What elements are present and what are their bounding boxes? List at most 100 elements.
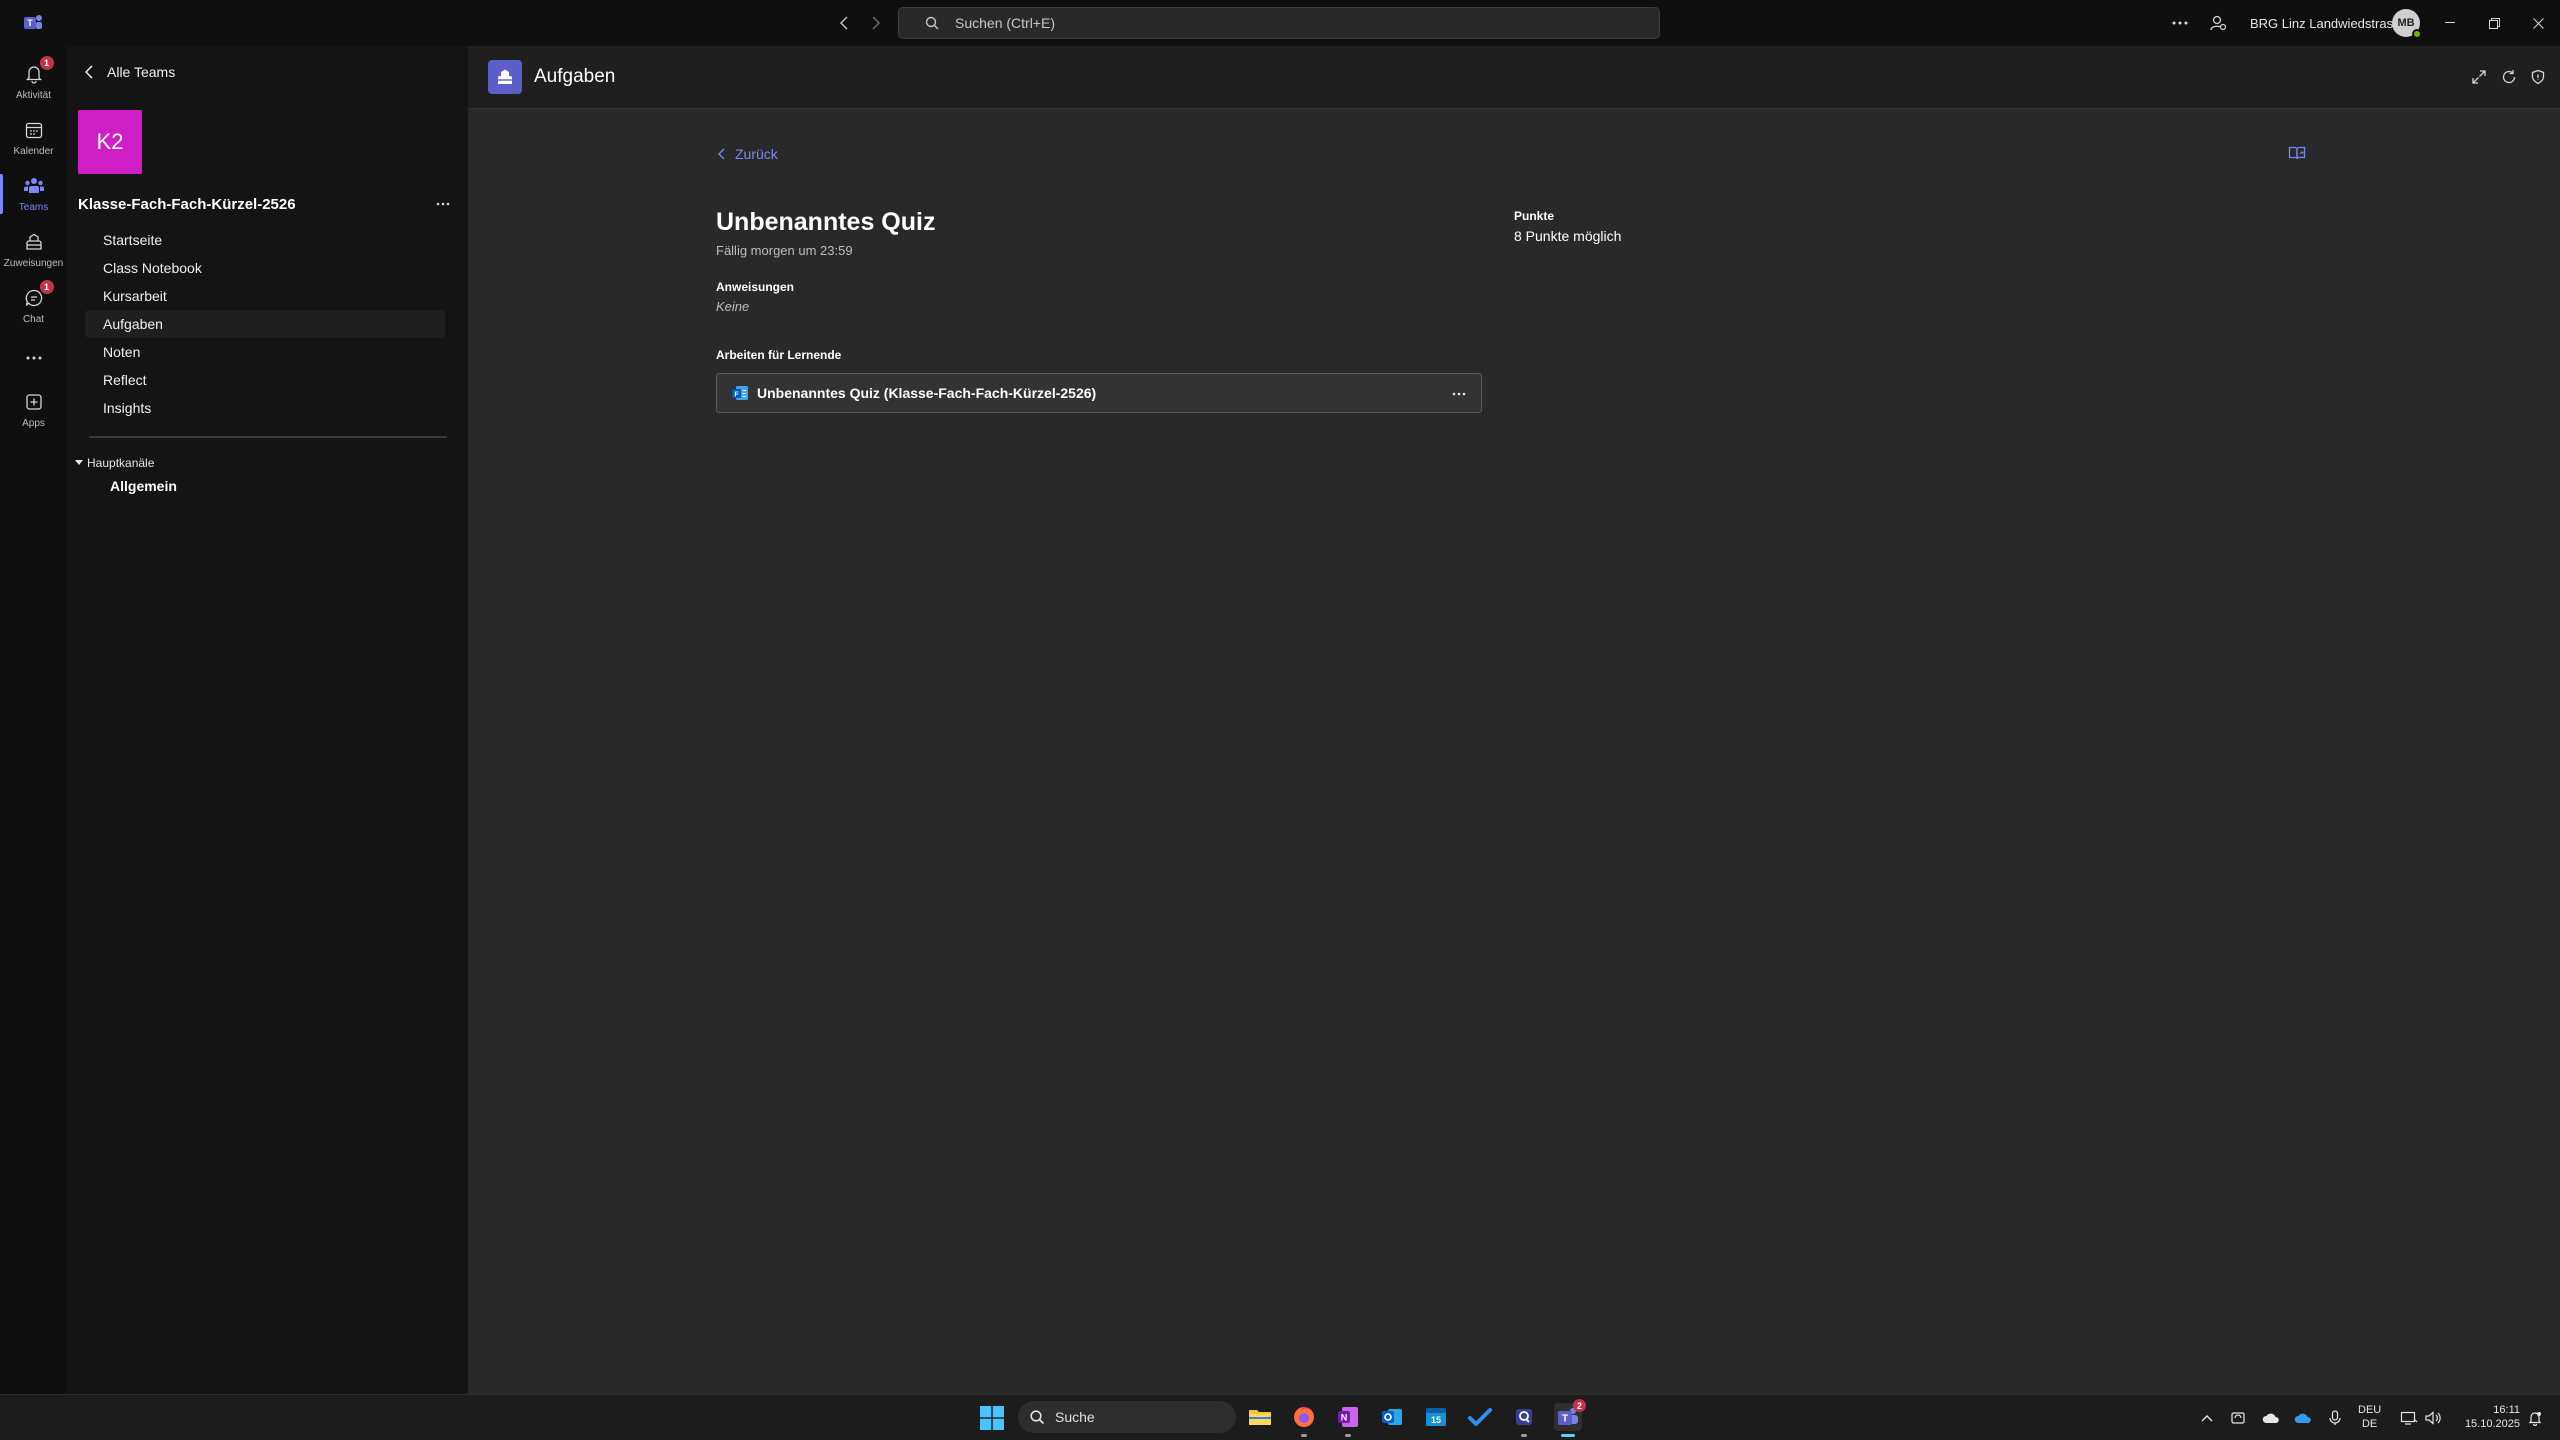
immersive-reader-icon[interactable] [2286,142,2308,164]
firefox-icon[interactable] [1290,1403,1318,1437]
notification-bell-icon[interactable] [2526,1409,2544,1427]
running-indicator [1301,1434,1307,1437]
svg-text:F: F [734,391,739,398]
network-icon[interactable] [2400,1409,2418,1427]
chevron-left-icon [85,65,93,79]
clock-date: 15.10.2025 [2464,1418,2520,1430]
back-nav-icon[interactable] [832,12,856,34]
language-code: DEU [2358,1404,2382,1416]
all-teams-back-link[interactable]: Alle Teams [85,64,175,80]
rail-item-apps[interactable]: Apps [0,382,67,438]
onenote-icon[interactable]: N [1334,1403,1362,1437]
shield-icon[interactable] [2527,66,2549,88]
rail-item-calendar[interactable]: Kalender [0,110,67,166]
svg-text:T: T [27,18,33,28]
forms-icon: F [731,384,749,402]
rail-more-apps[interactable] [0,340,67,368]
teams-icon [22,174,46,198]
expand-icon[interactable] [2468,66,2490,88]
svg-text:N: N [1341,1413,1348,1423]
channels-header[interactable]: Hauptkanäle [75,456,154,470]
back-link-label: Zurück [735,146,778,162]
microphone-icon[interactable] [2326,1409,2344,1427]
team-nav-noten[interactable]: Noten [85,338,445,366]
running-indicator [1521,1434,1527,1437]
team-nav-startseite[interactable]: Startseite [85,226,445,254]
people-settings-icon[interactable] [2206,11,2230,35]
onedrive-business-icon[interactable] [2294,1409,2312,1427]
restore-button[interactable] [2474,8,2514,38]
teams-badge: 2 [1573,1399,1586,1412]
system-clock[interactable]: 16:11 15.10.2025 [2458,1403,2520,1431]
svg-text:15: 15 [1431,1415,1441,1425]
calendar-app-icon[interactable]: 15 [1422,1403,1450,1431]
volume-icon[interactable] [2424,1409,2442,1427]
more-dots-icon [22,348,46,368]
teams-taskbar-icon[interactable]: T 2 [1554,1399,1586,1437]
rail-item-teams[interactable]: Teams [0,166,67,222]
avatar[interactable]: MB [2392,9,2422,39]
team-nav-kursarbeit[interactable]: Kursarbeit [85,282,445,310]
team-more-options-icon[interactable] [431,192,455,216]
due-date: Fällig morgen um 23:59 [716,243,853,258]
keyboard-layout: DE [2361,1418,2378,1430]
team-nav-reflect[interactable]: Reflect [85,366,445,394]
minimize-button[interactable] [2430,8,2470,38]
rail-item-chat[interactable]: 1 Chat [0,278,67,334]
team-nav-class-notebook[interactable]: Class Notebook [85,254,445,282]
running-indicator [1345,1434,1351,1437]
search-input[interactable]: Suchen (Ctrl+E) [898,7,1660,39]
team-nav-list: Startseite Class Notebook Kursarbeit Auf… [85,226,445,422]
running-indicator [1561,1434,1575,1437]
rail-item-activity[interactable]: 1 Aktivität [0,54,67,110]
team-nav-aufgaben[interactable]: Aufgaben [85,310,445,338]
app-header: Aufgaben [468,46,2560,109]
channel-allgemein[interactable]: Allgemein [110,478,177,494]
app-rail: 1 Aktivität Kalender Teams Zuweisungen 1… [0,46,67,1394]
taskbar-search[interactable]: Suche [1018,1401,1236,1433]
search-icon [925,16,939,30]
onedrive-personal-icon[interactable] [2262,1409,2280,1427]
close-window-button[interactable] [2518,8,2558,38]
team-panel: Alle Teams K2 Klasse-Fach-Fach-Kürzel-25… [67,46,468,1394]
todo-icon[interactable] [1466,1403,1494,1431]
team-avatar-tile: K2 [78,110,142,174]
teams-classic-icon[interactable] [1510,1403,1538,1437]
chat-badge: 1 [39,280,54,294]
team-nav-insights[interactable]: Insights [85,394,445,422]
show-hidden-icons-chevron-icon[interactable] [2198,1409,2216,1427]
assignments-icon [22,230,46,254]
forward-nav-icon[interactable] [864,12,888,34]
rail-label: Apps [22,418,45,429]
file-explorer-icon[interactable] [1246,1403,1274,1431]
instructions-value: Keine [716,299,750,314]
team-name: Klasse-Fach-Fach-Kürzel-2526 [78,196,296,213]
assignments-app-icon [488,60,522,94]
main-content: Aufgaben Zurück Unbenanntes Quiz Fällig … [468,46,2560,1394]
avatar-initials: MB [2397,17,2415,29]
svg-text:T: T [1562,1414,1568,1425]
windows-start-icon[interactable] [980,1406,1004,1430]
back-link[interactable]: Zurück [718,146,778,162]
input-language[interactable]: DEU DE [2358,1403,2381,1431]
caret-down-icon [75,460,83,465]
clock-time: 16:11 [2493,1404,2520,1416]
taskbar-search-placeholder: Suche [1055,1409,1095,1425]
refresh-icon[interactable] [2498,66,2520,88]
rail-item-assignments[interactable]: Zuweisungen [0,222,67,278]
activity-badge: 1 [39,56,54,70]
all-teams-label: Alle Teams [107,64,176,80]
sync-icon[interactable] [2229,1409,2247,1427]
student-work-item[interactable]: F Unbenanntes Quiz (Klasse-Fach-Fach-Kür… [716,373,1482,413]
instructions-label: Anweisungen [716,280,795,294]
teams-logo-icon: T [22,12,44,34]
more-options-icon[interactable] [2168,11,2192,35]
organization-name[interactable]: BRG Linz Landwiedstrasse [2250,16,2407,31]
work-item-more-icon[interactable] [1447,382,1471,406]
chevron-left-icon [718,148,725,160]
student-work-name: Unbenanntes Quiz (Klasse-Fach-Fach-Kürze… [757,385,1097,401]
title-bar: T Suchen (Ctrl+E) BRG Linz Landwiedstras… [0,0,2560,46]
rail-label: Zuweisungen [3,258,64,269]
rail-label: Teams [18,202,49,213]
outlook-icon[interactable] [1378,1403,1406,1431]
